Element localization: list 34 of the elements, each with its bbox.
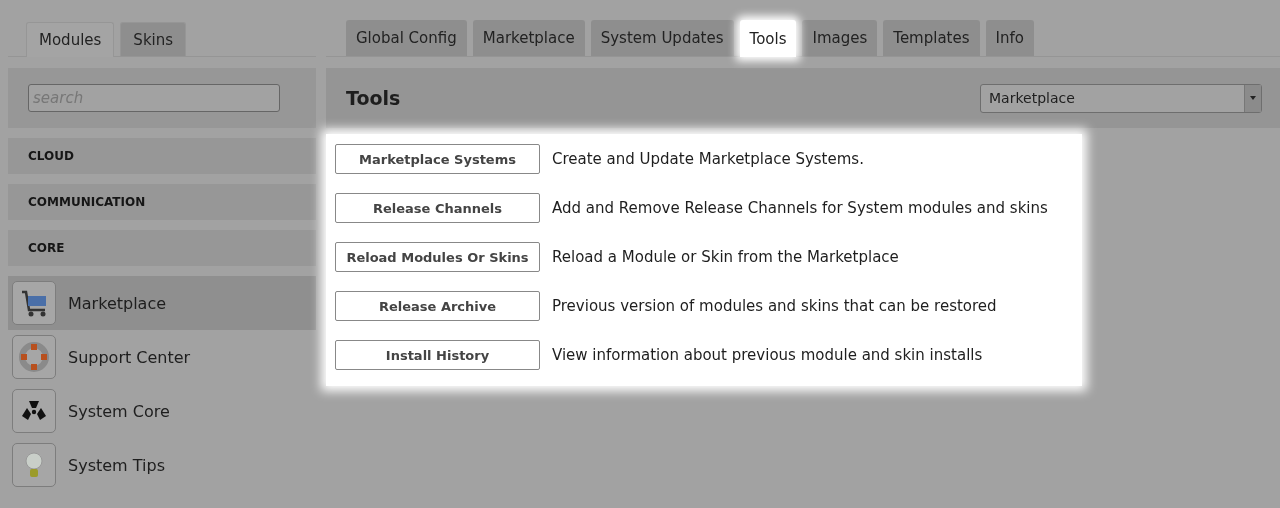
module-item[interactable]: Support Center bbox=[8, 330, 316, 384]
category-header[interactable]: CLOUD bbox=[8, 138, 316, 174]
tool-button[interactable]: Release Channels bbox=[335, 193, 540, 223]
caret-icon bbox=[1250, 96, 1256, 100]
tab[interactable]: Templates bbox=[883, 20, 980, 56]
tab[interactable]: Info bbox=[985, 20, 1034, 56]
panel-title: Tools bbox=[346, 87, 401, 109]
tab[interactable]: Images bbox=[802, 20, 878, 56]
tool-description: View information about previous module and skin installs bbox=[552, 346, 983, 364]
module-item[interactable]: Marketplace bbox=[8, 276, 316, 330]
sidebar-tab[interactable]: Modules bbox=[26, 22, 115, 57]
lifebuoy-icon bbox=[17, 340, 51, 374]
tool-button[interactable]: Marketplace Systems bbox=[335, 144, 540, 174]
tool-button[interactable]: Install History bbox=[335, 340, 540, 370]
module-label: Support Center bbox=[68, 347, 191, 367]
category-header[interactable]: COMMUNICATION bbox=[8, 184, 316, 220]
module-label: Marketplace bbox=[68, 293, 167, 313]
sidebar-tab[interactable]: Skins bbox=[120, 22, 187, 56]
module-item[interactable]: System Tips bbox=[8, 438, 316, 492]
tab[interactable]: Global Config bbox=[346, 20, 467, 56]
module-item[interactable]: System Core bbox=[8, 384, 316, 438]
module-label: System Tips bbox=[68, 455, 165, 475]
tab[interactable]: System Updates bbox=[590, 20, 734, 56]
tool-button[interactable]: Reload Modules Or Skins bbox=[335, 242, 540, 272]
tool-description: Create and Update Marketplace Systems. bbox=[552, 150, 864, 168]
tool-description: Previous version of modules and skins that can be restored bbox=[552, 297, 997, 315]
tool-description: Add and Remove Release Channels for System modules and skins bbox=[552, 199, 1048, 217]
tab[interactable]: Marketplace bbox=[472, 20, 585, 56]
tab[interactable]: Tools bbox=[739, 20, 797, 57]
module-dropdown[interactable]: Marketplace bbox=[980, 83, 1262, 113]
module-label: System Core bbox=[68, 401, 170, 421]
tool-button[interactable]: Release Archive bbox=[335, 291, 540, 321]
category-header[interactable]: CORE bbox=[8, 230, 316, 266]
tool-description: Reload a Module or Skin from the Marketplace bbox=[552, 248, 899, 266]
